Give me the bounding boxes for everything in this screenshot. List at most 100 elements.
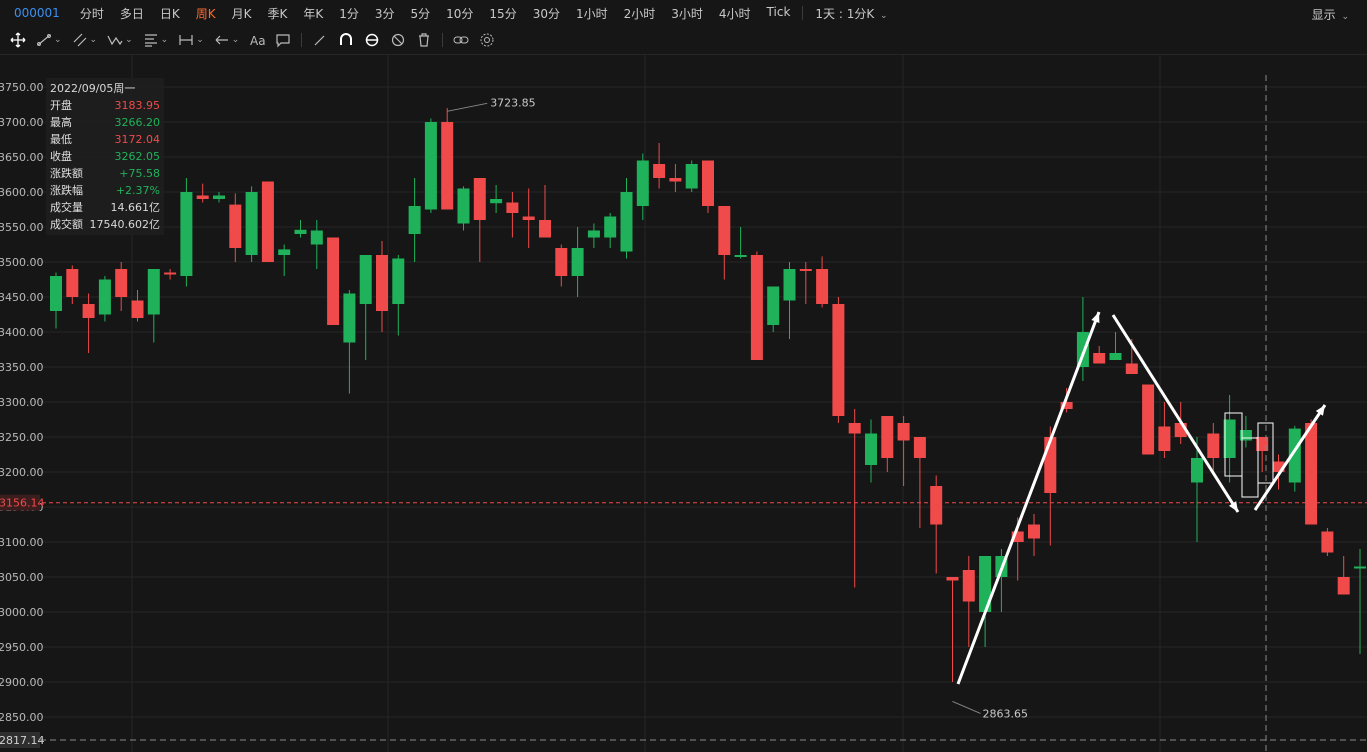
candle xyxy=(408,177,421,262)
period-tab-14[interactable]: 2小时 xyxy=(616,5,664,22)
candle-body xyxy=(799,268,812,271)
period-tab-0[interactable]: 分时 xyxy=(72,5,112,22)
period-tab-13[interactable]: 1小时 xyxy=(568,5,616,22)
candle-body xyxy=(343,293,356,343)
current-price-label: 3156.14 xyxy=(0,497,45,510)
info-row: 最高 3266.20 xyxy=(50,114,160,131)
period-tab-17[interactable]: Tick xyxy=(759,5,799,22)
candle-body xyxy=(587,230,600,238)
period-tab-3[interactable]: 周K xyxy=(188,5,224,22)
info-value: 17540.602亿 xyxy=(89,218,161,231)
y-tick-label: 3000.00 xyxy=(0,606,44,619)
custom-period-selector[interactable]: 1天 : 1分K ⌄ xyxy=(807,5,895,22)
candle-body xyxy=(783,268,796,301)
info-value: +2.37% xyxy=(115,184,160,197)
candle xyxy=(1354,548,1366,654)
period-tab-2[interactable]: 日K xyxy=(152,5,188,22)
candle xyxy=(1305,419,1318,525)
sync-tool[interactable] xyxy=(364,32,380,48)
period-tab-16[interactable]: 4小时 xyxy=(711,5,759,22)
info-row: 开盘 3183.95 xyxy=(50,97,160,114)
candle xyxy=(278,244,291,276)
measure-icon xyxy=(179,35,193,45)
candle-body xyxy=(1337,576,1350,595)
candle xyxy=(376,240,388,332)
candle xyxy=(702,160,714,213)
wave-tool[interactable]: ⌄ xyxy=(107,32,133,48)
display-menu-button[interactable]: 显示 ⌄ xyxy=(1312,6,1349,23)
period-tab-11[interactable]: 15分 xyxy=(481,5,524,22)
arrow-tool[interactable]: ⌄ xyxy=(214,32,239,48)
period-tab-15[interactable]: 3小时 xyxy=(663,5,711,22)
high-annotation-line xyxy=(447,102,488,112)
candle xyxy=(930,475,943,574)
period-tab-1[interactable]: 多日 xyxy=(112,5,152,22)
y-tick-label: 3050.00 xyxy=(0,571,44,584)
trend-line-icon xyxy=(37,34,51,46)
hide-tool[interactable] xyxy=(390,32,406,48)
fibonacci-tool[interactable]: ⌄ xyxy=(143,32,168,48)
candle-body xyxy=(229,204,242,248)
magnet-tool[interactable] xyxy=(338,32,354,48)
fibonacci-icon xyxy=(144,34,157,47)
kline-chart[interactable]: 3750.00 3700.00 3650.00 3600.00 3550.00 3500.… xyxy=(0,55,1367,752)
stock-code[interactable]: 000001 xyxy=(14,6,60,20)
y-tick-label: 3300.00 xyxy=(0,396,44,409)
settings-tool[interactable] xyxy=(479,32,495,48)
candle-body xyxy=(1093,352,1106,364)
period-tab-12[interactable]: 30分 xyxy=(525,5,568,22)
candle xyxy=(441,107,454,210)
sync-icon xyxy=(366,33,379,47)
settings-icon xyxy=(480,33,494,47)
candle xyxy=(653,142,666,189)
y-tick-label: 3450.00 xyxy=(0,291,44,304)
candle-body xyxy=(1305,422,1318,525)
candle xyxy=(180,177,193,287)
trend-line-tool[interactable]: ⌄ xyxy=(36,32,62,48)
candle xyxy=(147,268,160,343)
candle-info-panel: 2022/09/05周一 开盘 3183.95 最高 3266.20 最低 3172.04… xyxy=(46,78,164,235)
candle-body xyxy=(539,219,551,238)
low-annotation-line xyxy=(952,700,981,714)
channel-tool[interactable]: ⌄ xyxy=(72,32,97,48)
candle-body xyxy=(604,216,617,238)
candle-body xyxy=(1142,384,1155,455)
link-tool[interactable] xyxy=(453,32,469,48)
measure-tool[interactable]: ⌄ xyxy=(178,32,204,48)
y-tick-label: 3400.00 xyxy=(0,326,44,339)
info-label: 最高 xyxy=(50,116,72,129)
info-label: 成交量 xyxy=(50,201,83,214)
period-tab-8[interactable]: 3分 xyxy=(367,5,403,22)
link-icon xyxy=(453,36,469,44)
trash-tool[interactable] xyxy=(416,32,432,48)
trend-arrow xyxy=(956,311,1101,685)
highlight-box xyxy=(1257,422,1274,484)
y-tick-label: 3200.00 xyxy=(0,466,44,479)
candle-body xyxy=(1191,457,1203,483)
pen-tool[interactable] xyxy=(312,32,328,48)
candle-body xyxy=(702,160,714,206)
text-tool[interactable]: Aa xyxy=(249,32,265,48)
candle-body xyxy=(848,422,861,434)
period-tab-9[interactable]: 5分 xyxy=(403,5,439,22)
candle-body xyxy=(522,216,535,220)
candle-body xyxy=(1207,433,1220,458)
move-tool[interactable] xyxy=(10,32,26,48)
period-tab-7[interactable]: 1分 xyxy=(331,5,367,22)
candle-body xyxy=(685,163,698,189)
candle-body xyxy=(669,177,682,182)
drawing-toolbar: ⌄ ⌄ ⌄ ⌄ ⌄ ⌄ Aa xyxy=(0,26,1367,55)
candle xyxy=(522,188,535,248)
period-tab-5[interactable]: 季K xyxy=(259,5,295,22)
period-tab-10[interactable]: 10分 xyxy=(438,5,481,22)
y-tick-label: 3250.00 xyxy=(0,431,44,444)
hide-icon xyxy=(392,33,405,47)
candle-body xyxy=(767,286,780,325)
comment-tool[interactable] xyxy=(275,32,291,48)
period-toolbar: 000001 分时 多日 日K 周K 月K 季K 年K 1分 3分 5分 10分 15分 30分 1小时 2… xyxy=(0,0,1367,26)
period-tab-6[interactable]: 年K xyxy=(295,5,331,22)
candle xyxy=(457,186,470,231)
svg-text:Aa: Aa xyxy=(250,34,265,48)
period-tab-4[interactable]: 月K xyxy=(224,5,260,22)
candle xyxy=(1093,345,1106,364)
